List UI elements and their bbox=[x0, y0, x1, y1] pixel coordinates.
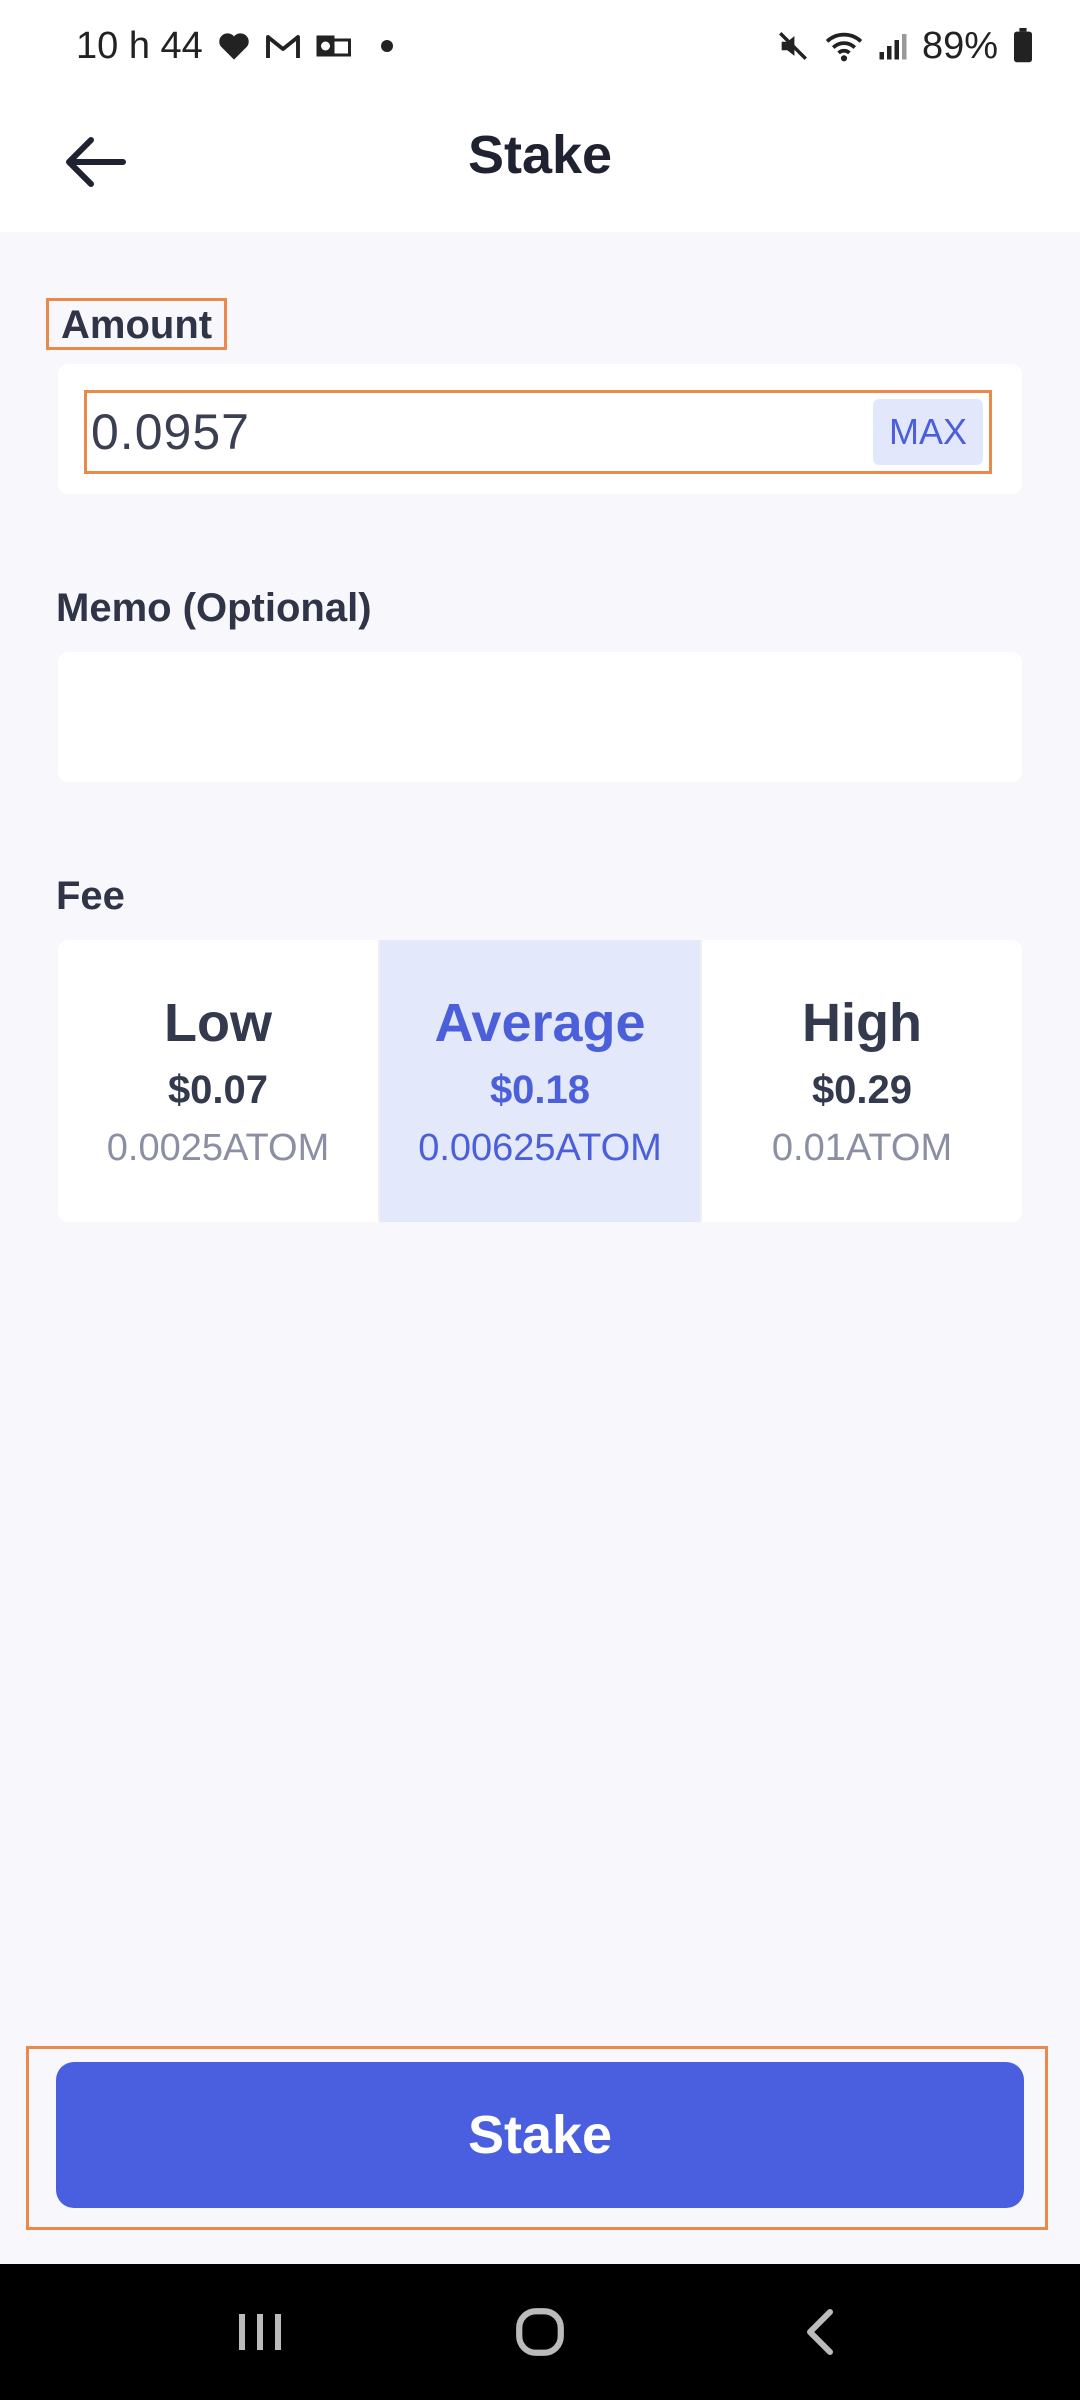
back-nav-button[interactable] bbox=[770, 2282, 870, 2382]
fee-atom: 0.00625ATOM bbox=[418, 1127, 662, 1169]
status-right: 89% bbox=[776, 25, 1034, 68]
amount-label: Amount bbox=[46, 298, 228, 350]
fee-usd: $0.18 bbox=[489, 1068, 591, 1112]
fee-option-low[interactable]: Low $0.07 0.0025ATOM bbox=[58, 940, 380, 1222]
stake-button[interactable]: Stake bbox=[56, 2062, 1024, 2208]
home-button[interactable] bbox=[490, 2282, 590, 2382]
status-left: 10 h 44 bbox=[76, 25, 393, 68]
amount-value[interactable]: 0.0957 bbox=[91, 403, 250, 461]
heart-icon bbox=[217, 31, 251, 61]
fee-name: Low bbox=[164, 993, 272, 1053]
outlook-icon bbox=[315, 31, 351, 61]
status-bar: 10 h 44 89% bbox=[0, 0, 1080, 92]
fee-selector: Low $0.07 0.0025ATOM Average $0.18 0.006… bbox=[58, 940, 1022, 1222]
battery-icon bbox=[1012, 28, 1034, 64]
max-button[interactable]: MAX bbox=[872, 399, 983, 465]
fee-option-average[interactable]: Average $0.18 0.00625ATOM bbox=[380, 940, 702, 1222]
fee-label: Fee bbox=[56, 874, 125, 918]
fee-name: High bbox=[802, 993, 922, 1053]
recent-apps-icon bbox=[239, 2314, 281, 2350]
mute-icon bbox=[776, 29, 810, 63]
status-time: 10 h 44 bbox=[76, 24, 203, 67]
signal-icon bbox=[878, 31, 908, 61]
fee-name: Average bbox=[434, 993, 646, 1053]
battery-percent: 89% bbox=[921, 24, 998, 67]
fee-usd: $0.07 bbox=[167, 1068, 269, 1112]
wifi-icon bbox=[824, 29, 864, 63]
amount-input[interactable]: 0.0957 MAX bbox=[84, 390, 992, 474]
gmail-icon bbox=[265, 32, 301, 60]
recent-apps-button[interactable] bbox=[210, 2282, 310, 2382]
fee-atom: 0.01ATOM bbox=[771, 1127, 953, 1169]
app-header: Stake bbox=[0, 92, 1080, 232]
fee-usd: $0.29 bbox=[811, 1068, 913, 1112]
back-nav-icon bbox=[807, 2309, 833, 2355]
page-title: Stake bbox=[467, 125, 613, 185]
fee-option-high[interactable]: High $0.29 0.01ATOM bbox=[702, 940, 1022, 1222]
memo-label: Memo (Optional) bbox=[56, 586, 372, 630]
fee-atom: 0.0025ATOM bbox=[106, 1127, 330, 1169]
notification-dot-icon bbox=[380, 40, 393, 52]
memo-input[interactable] bbox=[58, 652, 1022, 782]
home-icon bbox=[516, 2308, 564, 2356]
system-nav-bar bbox=[0, 2264, 1080, 2400]
